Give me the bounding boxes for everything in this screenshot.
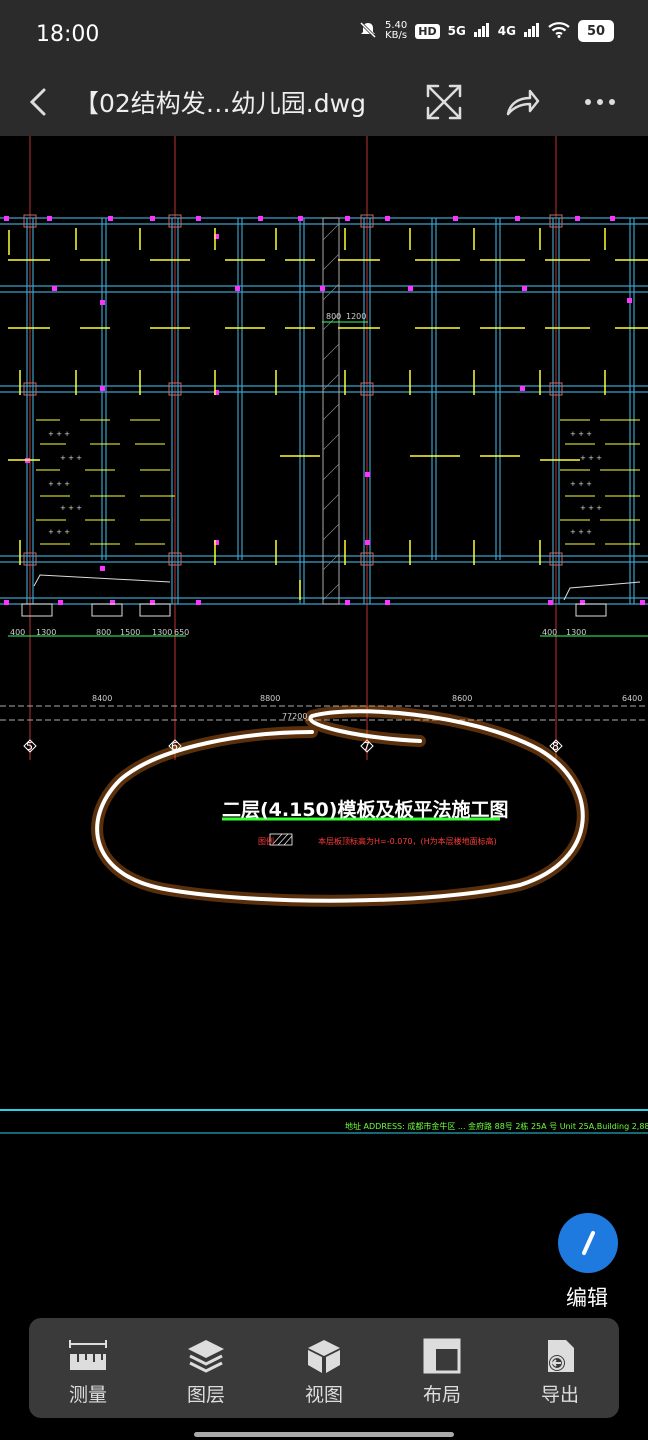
- wifi-icon: [548, 21, 570, 41]
- status-time: 18:00: [36, 22, 100, 47]
- svg-text:+ + +: + + +: [60, 504, 82, 512]
- home-indicator[interactable]: [194, 1432, 454, 1437]
- layers-label: 图层: [186, 1384, 225, 1406]
- view-button[interactable]: 视图: [265, 1318, 383, 1418]
- view-label: 视图: [304, 1384, 343, 1406]
- cad-canvas[interactable]: + + + + + + + + + + + + + + + + + + + + + + +…: [0, 136, 648, 1440]
- ruler-icon: [69, 1340, 107, 1370]
- layers-button[interactable]: 图层: [147, 1318, 265, 1418]
- drawing-note: 本层板顶标高为H=-0.070，(H为本层楼地面标高): [318, 837, 497, 846]
- legend-label: 图例: [258, 837, 274, 846]
- svg-text:+ + +: + + +: [48, 480, 70, 488]
- measure-label: 测量: [68, 1384, 107, 1406]
- status-bar: 18:00 5.40 KB/s HD 5G 4G 50: [0, 0, 648, 70]
- network-speed: 5.40 KB/s: [384, 20, 408, 41]
- dim-bottom-2: 1300: [36, 628, 57, 637]
- bottom-toolbar: 测量 图层 视图 布局 导出: [29, 1318, 619, 1418]
- span-1: 8400: [92, 694, 113, 703]
- dim-bottom-8: 1300: [566, 628, 587, 637]
- layout-button[interactable]: 布局: [383, 1318, 501, 1418]
- svg-text:+ + +: + + +: [580, 454, 602, 462]
- expand-icon: [426, 84, 462, 120]
- export-icon: [548, 1340, 574, 1372]
- more-button[interactable]: [580, 82, 620, 122]
- layout-icon: [423, 1338, 461, 1374]
- layers-icon: [188, 1340, 224, 1373]
- svg-text:+ + +: + + +: [570, 528, 592, 536]
- axis-7: 7: [363, 740, 370, 753]
- dim-bottom-7: 400: [542, 628, 558, 637]
- span-2: 8800: [260, 694, 281, 703]
- axis-5: 5: [26, 740, 33, 753]
- mute-icon: [359, 21, 377, 42]
- cube-icon: [308, 1340, 340, 1373]
- signal-icon-2: [524, 22, 540, 40]
- span-4: 6400: [622, 694, 643, 703]
- battery-icon: 50: [578, 20, 614, 42]
- back-button[interactable]: [22, 82, 58, 122]
- dim-top-1: 800: [326, 312, 342, 321]
- edit-button[interactable]: [558, 1213, 618, 1273]
- svg-text:+ + +: + + +: [60, 454, 82, 462]
- drawing-title: 二层(4.150)模板及板平法施工图: [222, 799, 509, 821]
- dim-bottom-1: 400: [10, 628, 26, 637]
- dim-bottom-4: 1500: [120, 628, 141, 637]
- status-icons: 5.40 KB/s HD 5G 4G 50: [359, 20, 614, 42]
- total-span: 77200: [282, 712, 308, 721]
- share-icon: [506, 89, 540, 116]
- signal-icon: [473, 22, 490, 40]
- net-5g: 5G: [447, 24, 466, 38]
- export-label: 导出: [540, 1384, 579, 1406]
- axis-8: 8: [552, 740, 559, 753]
- chevron-left-icon: [29, 88, 46, 116]
- svg-text:+ + +: + + +: [580, 504, 602, 512]
- address-line: 地址 ADDRESS: 成都市金牛区 ... 金府路 88号 2栋 25A 号 …: [345, 1122, 648, 1131]
- svg-text:+ + +: + + +: [570, 480, 592, 488]
- document-title: 【02结构发…幼儿园.dwg: [74, 89, 366, 118]
- dim-bottom-6: 650: [174, 628, 190, 637]
- more-icon: [585, 99, 615, 105]
- svg-text:+ + +: + + +: [570, 430, 592, 438]
- dim-top-2: 1200: [346, 312, 367, 321]
- dim-bottom-5: 1300: [152, 628, 173, 637]
- svg-text:+ + +: + + +: [48, 528, 70, 536]
- layout-label: 布局: [422, 1384, 461, 1406]
- pencil-icon: [582, 1231, 595, 1255]
- svg-text:+ + +: + + +: [48, 430, 70, 438]
- hd-badge: HD: [415, 23, 440, 39]
- dim-bottom-3: 800: [96, 628, 112, 637]
- measure-button[interactable]: 测量: [29, 1318, 147, 1418]
- share-button[interactable]: [502, 82, 542, 122]
- top-bar: 【02结构发…幼儿园.dwg: [0, 70, 648, 136]
- export-button[interactable]: 导出: [501, 1318, 619, 1418]
- cad-drawing: + + + + + + + + + + + + + + + + + + + + + + +…: [0, 136, 648, 1134]
- fullscreen-button[interactable]: [424, 82, 464, 122]
- span-3: 8600: [452, 694, 473, 703]
- edit-label: 编辑: [566, 1286, 608, 1310]
- net-4g: 4G: [497, 24, 516, 38]
- axis-6: 6: [171, 740, 178, 753]
